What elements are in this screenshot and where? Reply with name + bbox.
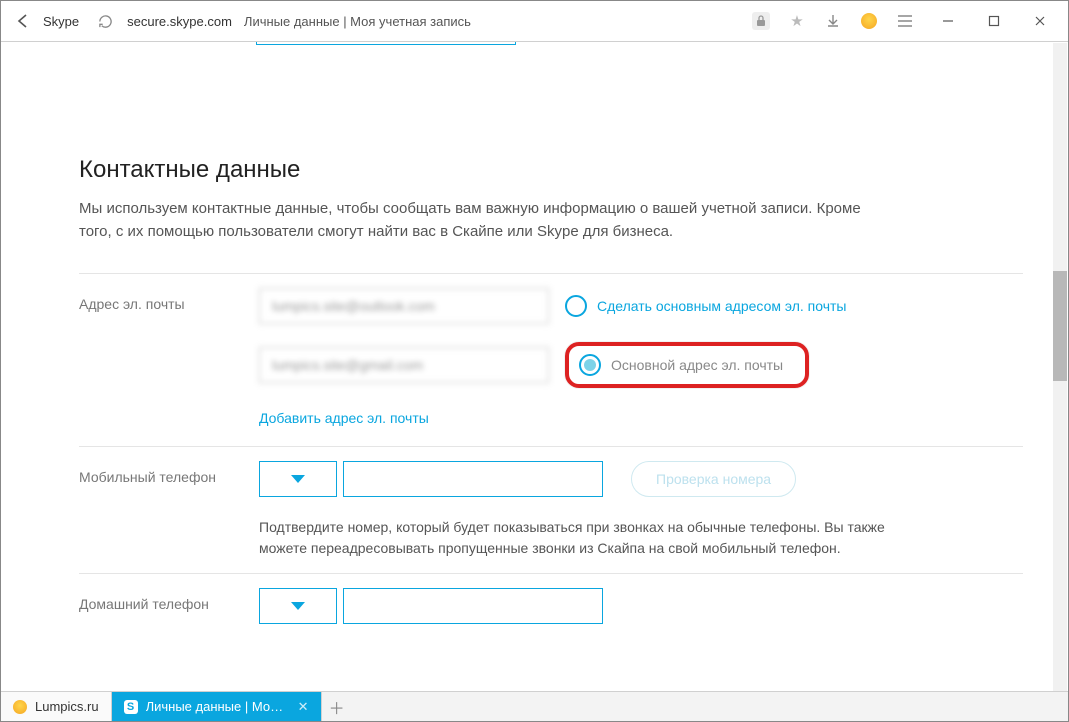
new-tab-button[interactable]: ＋ bbox=[322, 692, 352, 721]
url-page-title: Личные данные | Моя учетная запись bbox=[244, 14, 471, 29]
close-icon[interactable]: ✕ bbox=[298, 699, 309, 715]
home-country-code-select[interactable] bbox=[259, 588, 337, 624]
favicon-icon bbox=[13, 700, 27, 714]
window-minimize-button[interactable] bbox=[928, 6, 968, 36]
primary-email-highlight: Основной адрес эл. почты bbox=[565, 342, 809, 388]
chevron-down-icon bbox=[291, 475, 305, 483]
verify-number-button[interactable]: Проверка номера bbox=[631, 461, 796, 497]
menu-icon[interactable] bbox=[896, 12, 914, 30]
tab-title: Личные данные | Моя уч bbox=[146, 699, 286, 714]
reload-button[interactable] bbox=[93, 9, 117, 33]
address-bar[interactable]: secure.skype.com Личные данные | Моя уче… bbox=[123, 14, 746, 29]
email-section: Адрес эл. почты Сделать основным адресом… bbox=[79, 273, 1023, 446]
make-primary-label: Сделать основным адресом эл. почты bbox=[597, 298, 847, 314]
browser-toolbar: Skype secure.skype.com Личные данные | М… bbox=[1, 1, 1068, 42]
extension-icon[interactable] bbox=[860, 12, 878, 30]
back-button[interactable] bbox=[9, 7, 37, 35]
lock-icon[interactable] bbox=[752, 12, 770, 30]
mobile-phone-label: Мобильный телефон bbox=[79, 461, 259, 485]
chevron-down-icon bbox=[291, 602, 305, 610]
email-input-2[interactable] bbox=[259, 347, 549, 383]
tab-bar: Lumpics.ru S Личные данные | Моя уч ✕ ＋ bbox=[1, 691, 1068, 721]
tab-title: Lumpics.ru bbox=[35, 699, 99, 714]
primary-email-radio[interactable]: Основной адрес эл. почты bbox=[579, 354, 783, 376]
home-phone-input[interactable] bbox=[343, 588, 603, 624]
make-primary-email-radio[interactable]: Сделать основным адресом эл. почты bbox=[565, 295, 847, 317]
favicon-icon: S bbox=[124, 700, 138, 714]
page-content: Контактные данные Мы используем контактн… bbox=[1, 42, 1068, 691]
url-domain: secure.skype.com bbox=[127, 14, 232, 29]
add-email-link[interactable]: Добавить адрес эл. почты bbox=[259, 410, 429, 426]
window-close-button[interactable] bbox=[1020, 6, 1060, 36]
window-maximize-button[interactable] bbox=[974, 6, 1014, 36]
email-label: Адрес эл. почты bbox=[79, 288, 259, 312]
mobile-helper-text: Подтвердите номер, который будет показыв… bbox=[259, 517, 919, 559]
home-phone-label: Домашний телефон bbox=[79, 588, 259, 612]
country-code-select[interactable] bbox=[259, 461, 337, 497]
primary-email-label: Основной адрес эл. почты bbox=[611, 357, 783, 373]
section-description: Мы используем контактные данные, чтобы с… bbox=[79, 198, 879, 243]
top-accent-border bbox=[256, 42, 516, 45]
mobile-phone-input[interactable] bbox=[343, 461, 603, 497]
radio-icon bbox=[565, 295, 587, 317]
tab-lumpics[interactable]: Lumpics.ru bbox=[1, 692, 112, 721]
mobile-phone-section: Мобильный телефон Проверка номера Подтве… bbox=[79, 446, 1023, 573]
radio-icon bbox=[579, 354, 601, 376]
tab-skype-profile[interactable]: S Личные данные | Моя уч ✕ bbox=[112, 692, 322, 721]
bookmark-star-icon[interactable]: ★ bbox=[788, 12, 806, 30]
email-input-1[interactable] bbox=[259, 288, 549, 324]
site-name-label: Skype bbox=[43, 14, 79, 29]
home-phone-section: Домашний телефон bbox=[79, 573, 1023, 638]
section-title: Контактные данные bbox=[79, 156, 1023, 184]
download-icon[interactable] bbox=[824, 12, 842, 30]
